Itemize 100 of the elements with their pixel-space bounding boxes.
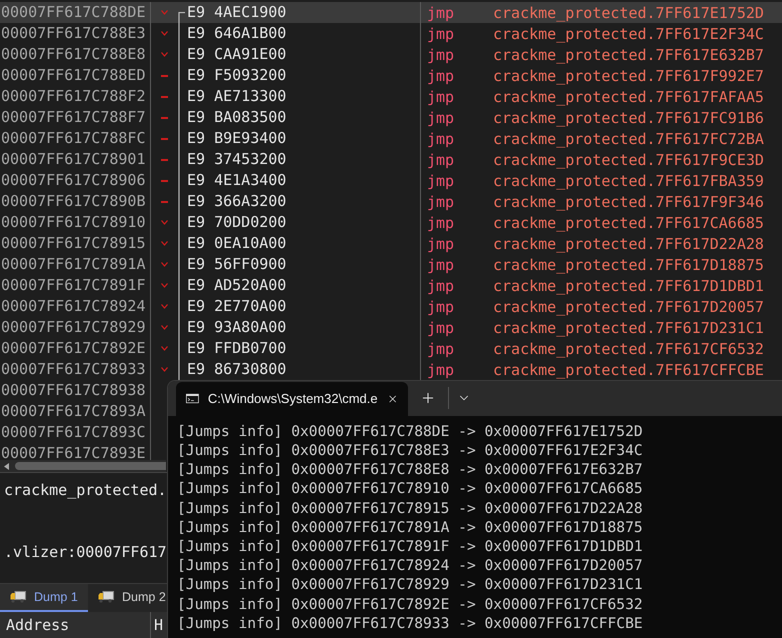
mnemonic-cell-text: jmp bbox=[426, 276, 456, 294]
mnemonic-cell-text: jmp bbox=[426, 24, 456, 42]
dash-marker-icon bbox=[161, 74, 168, 76]
console-line: [Jumps info] 0x00007FF617C78933 -> 0x00007FF617CFFCBE bbox=[177, 614, 644, 633]
console-line: [Jumps info] 0x00007FF617C788E8 -> 0x00007FF617E632B7 bbox=[177, 460, 644, 480]
arrow-marker-icon bbox=[161, 241, 168, 246]
dash-marker-icon bbox=[161, 158, 168, 160]
address-cell: 00007FF617C7891A bbox=[0, 254, 151, 275]
dash-marker-icon bbox=[161, 200, 168, 202]
mnemonic-cell-text: jmp bbox=[426, 130, 456, 148]
mnemonic-cell-text: jmp bbox=[426, 340, 456, 358]
arrow-marker-icon bbox=[161, 325, 168, 330]
console-line: [Jumps info] 0x00007FF617C78929 -> 0x00007FF617D231C1 bbox=[177, 575, 644, 595]
dump-tab[interactable]: Dump 1 bbox=[0, 584, 88, 612]
operand-cell-text: crackme_protected.7FF617CA6685 bbox=[493, 214, 765, 232]
operand-cell-text: crackme_protected.7FF617F992E7 bbox=[493, 66, 765, 84]
arrow-marker-icon bbox=[161, 283, 168, 288]
address-cell: 00007FF617C788F7 bbox=[0, 107, 151, 128]
bytes-cell: E9 4E1A3400 bbox=[178, 170, 421, 191]
scroll-left-icon[interactable] bbox=[4, 462, 9, 470]
operand-cell-text: crackme_protected.7FF617E632B7 bbox=[493, 46, 765, 64]
address-cell: 00007FF617C78929 bbox=[0, 317, 151, 338]
address-cell: 00007FF617C7890B bbox=[0, 191, 151, 212]
mnemonic-cell-text: jmp bbox=[426, 66, 456, 84]
address-cell: 00007FF617C788FC bbox=[0, 128, 151, 149]
bytes-cell: E9 F5093200 bbox=[178, 65, 421, 86]
address-cell: 00007FF617C78901 bbox=[0, 149, 151, 170]
mnemonic-cell-text: jmp bbox=[426, 234, 456, 252]
console-line: [Jumps info] 0x00007FF617C7891F -> 0x00007FF617D1DBD1 bbox=[177, 536, 644, 556]
mnemonic-cell-text: jmp bbox=[426, 108, 456, 126]
address-cell: 00007FF617C7893A bbox=[0, 401, 151, 422]
arrow-marker-icon bbox=[161, 367, 168, 372]
address-cell: 00007FF617C78924 bbox=[0, 296, 151, 317]
operand-cell-text: crackme_protected.7FF617CFFCBE bbox=[493, 360, 765, 378]
operand-cell-text: crackme_protected.7FF617D231C1 bbox=[493, 318, 765, 336]
mnemonic-cell-text: jmp bbox=[426, 318, 456, 336]
operand-cell-text: crackme_protected.7FF617F9CE3D bbox=[493, 150, 765, 168]
console-icon bbox=[186, 392, 199, 406]
arrow-marker-icon bbox=[161, 220, 168, 225]
dash-marker-icon bbox=[161, 180, 168, 182]
tab-title: C:\Windows\System32\cmd.e bbox=[208, 391, 378, 406]
mnemonic-cell-text: jmp bbox=[426, 4, 456, 22]
arrow-marker-icon bbox=[161, 31, 168, 36]
bytes-cell: E9 646A1B00 bbox=[178, 23, 421, 44]
operand-cell-text: crackme_protected.7FF617CF6532 bbox=[493, 340, 765, 358]
mnemonic-cell-text: jmp bbox=[426, 88, 456, 106]
operand-cell-text: crackme_protected.7FF617FC72BA bbox=[493, 130, 765, 148]
column-header[interactable]: H bbox=[151, 612, 164, 638]
address-cell: 00007FF617C78933 bbox=[0, 359, 151, 380]
mnemonic-cell-text: jmp bbox=[426, 192, 456, 210]
truck-icon bbox=[10, 591, 26, 603]
bytes-cell: E9 B9E93400 bbox=[178, 128, 421, 149]
dash-marker-icon bbox=[161, 138, 168, 140]
address-cell: 00007FF617C788E3 bbox=[0, 23, 151, 44]
mnemonic-cell-text: jmp bbox=[426, 214, 456, 232]
mnemonic-cell-text: jmp bbox=[426, 172, 456, 190]
console-line: [Jumps info] 0x00007FF617C78915 -> 0x00007FF617D22A28 bbox=[177, 498, 644, 518]
terminal-tab[interactable]: C:\Windows\System32\cmd.e bbox=[176, 382, 408, 416]
console-line: [Jumps info] 0x00007FF617C78924 -> 0x00007FF617D20057 bbox=[177, 556, 644, 576]
operand-cell-text: crackme_protected.7FF617D20057 bbox=[493, 298, 765, 316]
console-line: [Jumps info] 0x00007FF617C7891A -> 0x00007FF617D18875 bbox=[177, 518, 644, 537]
scrollbar-thumb[interactable] bbox=[15, 462, 166, 470]
dash-marker-icon bbox=[161, 116, 168, 118]
address-cell: 00007FF617C7892E bbox=[0, 338, 151, 359]
operand-cell-text: crackme_protected.7FF617FBA359 bbox=[493, 172, 765, 190]
arrow-marker-icon bbox=[161, 52, 168, 57]
bytes-cell: E9 70DD0200 bbox=[178, 212, 421, 233]
address-cell: 00007FF617C78915 bbox=[0, 233, 151, 254]
mnemonic-cell-text: jmp bbox=[426, 46, 456, 64]
operand-cell-text: crackme_protected.7FF617E1752D bbox=[493, 4, 765, 22]
console-line: [Jumps info] 0x00007FF617C788E3 -> 0x00007FF617E2F34C bbox=[177, 440, 644, 460]
console-line: [Jumps info] 0x00007FF617C7892E -> 0x00007FF617CF6532 bbox=[177, 594, 644, 614]
horizontal-scrollbar[interactable] bbox=[0, 460, 166, 472]
bytes-cell: E9 4AEC1900 bbox=[178, 2, 421, 23]
bytes-cell: E9 AE713300 bbox=[178, 86, 421, 107]
info-line: .vlizer:00007FF617 bbox=[4, 543, 167, 562]
bytes-cell: E9 2E770A00 bbox=[178, 296, 421, 317]
info-line: crackme_protected. bbox=[4, 481, 167, 500]
truck-icon bbox=[98, 591, 114, 603]
mnemonic-cell-text: jmp bbox=[426, 150, 456, 168]
column-header[interactable]: Address bbox=[0, 612, 151, 638]
arrow-marker-icon bbox=[161, 10, 168, 15]
address-cell: 00007FF617C788DE bbox=[0, 2, 151, 23]
operand-cell-text: crackme_protected.7FF617E2F34C bbox=[493, 24, 765, 42]
operand-cell-text: crackme_protected.7FF617F9F346 bbox=[493, 192, 765, 210]
address-cell: 00007FF617C7893C bbox=[0, 422, 151, 443]
dash-marker-icon bbox=[161, 96, 168, 98]
bytes-cell: E9 CAA91E00 bbox=[178, 44, 421, 65]
operand-cell-text: crackme_protected.7FF617D18875 bbox=[493, 256, 765, 274]
bytes-cell: E9 366A3200 bbox=[178, 191, 421, 212]
bytes-cell: E9 56FF0900 bbox=[178, 254, 421, 275]
mnemonic-cell-text: jmp bbox=[426, 256, 456, 274]
console-line: [Jumps info] 0x00007FF617C78910 -> 0x00007FF617CA6685 bbox=[177, 479, 644, 499]
mnemonic-cell-text: jmp bbox=[426, 360, 456, 378]
bytes-cell: E9 AD520A00 bbox=[178, 275, 421, 296]
address-cell: 00007FF617C78938 bbox=[0, 380, 151, 401]
address-cell: 00007FF617C7891F bbox=[0, 275, 151, 296]
address-cell: 00007FF617C78910 bbox=[0, 212, 151, 233]
arrow-marker-icon bbox=[161, 304, 168, 309]
bytes-cell: E9 FFDB0700 bbox=[178, 338, 421, 359]
